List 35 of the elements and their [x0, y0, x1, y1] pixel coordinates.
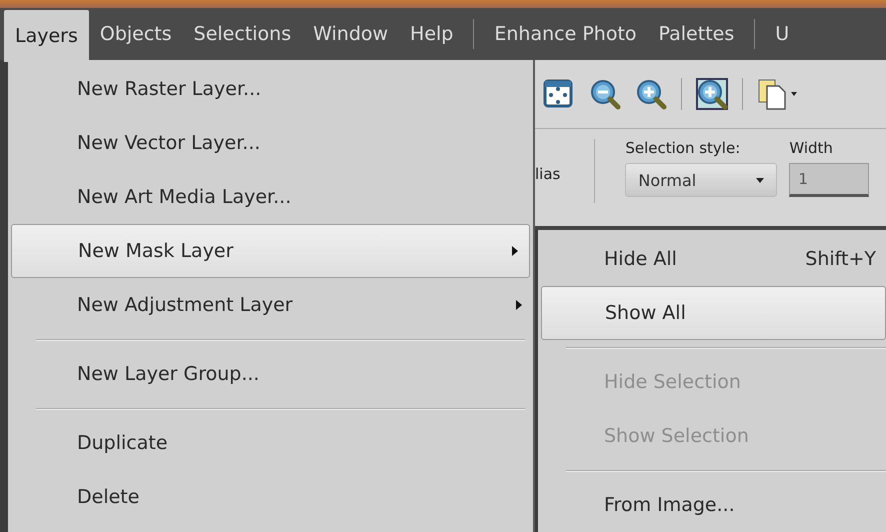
menu-item: Hide Selection [603, 370, 742, 395]
fit-screen-icon[interactable] [543, 78, 575, 110]
menu-item[interactable]: Delete [8, 470, 533, 524]
option-label: lias [535, 165, 560, 183]
style-dropdown[interactable]: Normal [625, 163, 778, 197]
menu-item[interactable]: Palettes [648, 10, 746, 58]
submenu-arrow-icon [511, 245, 519, 257]
menu-item[interactable]: Selections [182, 10, 302, 58]
menu-item[interactable]: New Art Media Layer... [8, 170, 533, 224]
menu-item[interactable]: Help [399, 10, 464, 58]
menu-item[interactable]: Duplicate [8, 416, 533, 470]
documents-icon[interactable] [757, 78, 799, 110]
zoom-out-icon[interactable] [589, 78, 621, 110]
shortcut-label: Shift+Y [805, 248, 876, 270]
menu-item[interactable]: Window [302, 10, 400, 58]
option-label: Selection style: [625, 139, 742, 157]
submenu-arrow-icon [515, 299, 523, 311]
menu-item: Show Selection [603, 424, 750, 449]
menu-item[interactable]: New Vector Layer... [8, 116, 533, 170]
menu-item[interactable]: Objects [88, 10, 183, 58]
menu-item[interactable]: Show All [541, 286, 886, 340]
menu-item[interactable]: Layers [4, 10, 89, 62]
menu-item[interactable]: New Raster Layer... [8, 62, 533, 116]
menu-item[interactable]: New Mask Layer [11, 224, 530, 278]
width-field[interactable]: 1 [789, 163, 870, 197]
menu-item[interactable]: Enhance Photo [483, 10, 648, 58]
option-label: Width [789, 139, 834, 157]
menu-item[interactable]: U [764, 10, 800, 58]
zoom-in-icon[interactable] [635, 78, 667, 110]
caret-icon [756, 178, 764, 182]
menu-item[interactable]: New Adjustment Layer [8, 278, 533, 332]
zoom-box-icon[interactable] [696, 78, 728, 110]
menu-item[interactable]: Hide All Shift+Y [538, 232, 886, 286]
menu-item[interactable]: New Layer Group... [8, 347, 533, 401]
menu-item[interactable]: From Image... [538, 478, 886, 532]
